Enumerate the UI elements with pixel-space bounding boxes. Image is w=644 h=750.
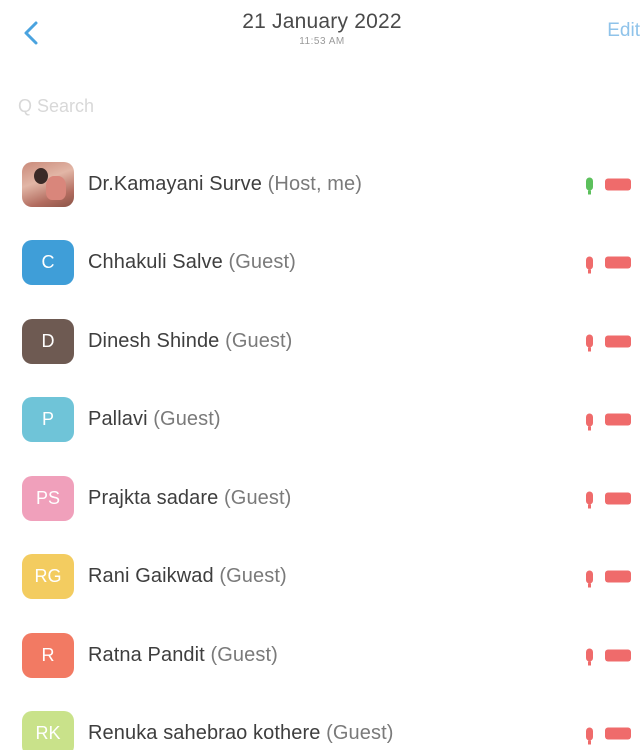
participant-name-text: Dr.Kamayani Surve	[88, 172, 262, 195]
participant-role: (Guest)	[326, 722, 394, 745]
avatar: RG	[22, 554, 74, 600]
video-camera-off-icon[interactable]	[605, 727, 631, 740]
microphone-icon[interactable]	[586, 177, 593, 195]
participant-row[interactable]: P Pallavi (Guest)	[0, 381, 644, 460]
video-camera-off-icon[interactable]	[605, 413, 631, 426]
avatar: P	[22, 397, 74, 443]
avatar-initials: R	[41, 644, 55, 665]
video-camera-off-icon[interactable]	[605, 335, 631, 348]
participant-name: Rani Gaikwad (Guest)	[88, 565, 287, 588]
avatar: PS	[22, 475, 74, 521]
title-block: 21 January 2022 11:53 AM	[0, 10, 644, 47]
avatar-initials: C	[41, 252, 55, 273]
nav-bar: 21 January 2022 11:53 AM Edit	[0, 0, 644, 80]
participant-name-text: Chhakuli Salve	[88, 251, 223, 274]
microphone-muted-icon[interactable]	[586, 491, 593, 509]
avatar-initials: P	[41, 409, 54, 430]
avatar-initials: D	[41, 330, 55, 351]
participant-name-text: Renuka sahebrao kothere	[88, 722, 321, 745]
participant-role: (Guest)	[153, 408, 221, 431]
avatar: R	[22, 632, 74, 678]
participant-name: Dr.Kamayani Surve (Host, me)	[88, 173, 362, 196]
participant-row[interactable]: RK Renuka sahebrao kothere (Guest)	[0, 695, 644, 750]
search-input[interactable]	[18, 95, 278, 117]
microphone-muted-icon[interactable]	[586, 256, 593, 274]
participant-name-text: Prajkta sadare	[88, 486, 219, 509]
video-camera-off-icon[interactable]	[605, 649, 631, 662]
participant-status	[586, 648, 644, 666]
participant-name: Prajkta sadare (Guest)	[88, 487, 291, 510]
participant-row[interactable]: D Dinesh Shinde (Guest)	[0, 302, 644, 381]
participant-role: (Host, me)	[267, 172, 363, 195]
participant-role: (Guest)	[225, 329, 293, 352]
microphone-muted-icon[interactable]	[586, 334, 593, 352]
participant-row[interactable]: Dr.Kamayani Surve (Host, me)	[0, 145, 644, 224]
microphone-muted-icon[interactable]	[586, 413, 593, 431]
participant-status	[586, 413, 644, 431]
participant-name: Renuka sahebrao kothere (Guest)	[88, 722, 394, 745]
avatar	[22, 161, 74, 207]
participant-row[interactable]: R Ratna Pandit (Guest)	[0, 616, 644, 695]
edit-button[interactable]: Edit	[607, 20, 640, 42]
participant-role: (Guest)	[219, 565, 287, 588]
participant-role: (Guest)	[228, 251, 296, 274]
participant-role: (Guest)	[224, 486, 292, 509]
participant-status	[586, 334, 644, 352]
participant-row[interactable]: RG Rani Gaikwad (Guest)	[0, 538, 644, 617]
avatar-initials: RK	[35, 723, 61, 744]
video-camera-off-icon[interactable]	[605, 570, 631, 583]
participant-status	[586, 177, 644, 195]
avatar: RK	[22, 711, 74, 750]
participant-name: Ratna Pandit (Guest)	[88, 644, 278, 667]
participant-name-text: Rani Gaikwad	[88, 565, 214, 588]
participant-name: Dinesh Shinde (Guest)	[88, 330, 292, 353]
video-camera-off-icon[interactable]	[605, 492, 631, 505]
avatar-initials: RG	[34, 566, 62, 587]
participant-status	[586, 491, 644, 509]
video-camera-off-icon[interactable]	[605, 256, 631, 269]
avatar: C	[22, 240, 74, 286]
video-camera-icon[interactable]	[605, 178, 631, 191]
avatar: D	[22, 318, 74, 364]
microphone-muted-icon[interactable]	[586, 727, 593, 745]
participant-role: (Guest)	[210, 643, 278, 666]
participant-name-text: Dinesh Shinde	[88, 329, 220, 352]
participant-name: Chhakuli Salve (Guest)	[88, 251, 296, 274]
participant-name: Pallavi (Guest)	[88, 408, 221, 431]
participant-status	[586, 570, 644, 588]
participant-name-text: Ratna Pandit	[88, 643, 205, 666]
participant-list: Dr.Kamayani Surve (Host, me) C Chhakuli …	[0, 145, 644, 750]
page-title: 21 January 2022	[242, 10, 402, 33]
participant-status	[586, 727, 644, 745]
microphone-muted-icon[interactable]	[586, 570, 593, 588]
participant-row[interactable]: C Chhakuli Salve (Guest)	[0, 224, 644, 303]
search-bar[interactable]	[18, 88, 318, 124]
meeting-time: 11:53 AM	[299, 36, 345, 47]
participant-status	[586, 256, 644, 274]
participant-name-text: Pallavi	[88, 408, 148, 431]
avatar-initials: PS	[35, 487, 60, 508]
microphone-muted-icon[interactable]	[586, 648, 593, 666]
participant-row[interactable]: PS Prajkta sadare (Guest)	[0, 459, 644, 538]
